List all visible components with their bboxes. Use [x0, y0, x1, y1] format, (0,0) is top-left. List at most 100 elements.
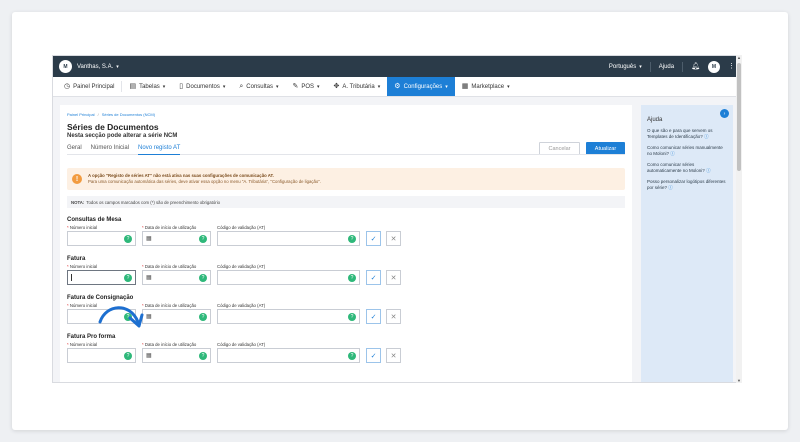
confirm-button[interactable]: ✓: [366, 231, 381, 246]
help-icon[interactable]: ?: [124, 273, 132, 282]
chevron-down-icon: ▾: [162, 83, 166, 90]
help-article-link[interactable]: Como comunicar séries automaticamente no…: [647, 162, 727, 174]
nav-item-pos[interactable]: ✎ POS ▾: [285, 77, 326, 96]
note-label: NOTA:: [71, 199, 85, 205]
nav-item-a-tributaria[interactable]: ✥ A. Tributária ▾: [327, 77, 388, 96]
confirm-button[interactable]: ✓: [366, 270, 381, 285]
initial-number-input[interactable]: ?: [67, 309, 136, 324]
avatar[interactable]: M: [708, 60, 720, 73]
more-vertical-icon[interactable]: ⋮: [728, 63, 735, 70]
tab-numero-inicial[interactable]: Número Inicial: [91, 145, 129, 151]
scroll-thumb[interactable]: [737, 63, 741, 171]
nav-item-tabelas[interactable]: ▤ Tabelas ▾: [122, 77, 172, 96]
language-label: Português: [608, 63, 637, 70]
start-date-input[interactable]: ▦?: [142, 309, 211, 324]
close-icon: ✕: [390, 313, 397, 321]
help-icon[interactable]: ?: [348, 273, 356, 282]
code-field: Código de validação (AT) ?: [217, 264, 360, 285]
validation-code-input[interactable]: ?: [217, 348, 360, 363]
field-label: Código de validação (AT): [217, 225, 266, 230]
alert-line-1: A opção "Registo de séries AT" não está …: [88, 172, 274, 178]
scroll-up-icon[interactable]: ▲: [736, 55, 742, 60]
scroll-down-icon[interactable]: ▼: [736, 378, 742, 383]
nav-label: Documentos: [186, 83, 220, 90]
settings-icon: ⚙: [394, 83, 401, 90]
validation-code-input[interactable]: ?: [217, 270, 360, 285]
clear-button[interactable]: ✕: [386, 309, 401, 324]
calendar-icon[interactable]: ▦: [146, 274, 152, 281]
validation-code-input[interactable]: ?: [217, 309, 360, 324]
help-article-link[interactable]: O que são e para que servem os Templates…: [647, 128, 727, 140]
close-icon: ✕: [390, 352, 397, 360]
start-date-input[interactable]: ▦?: [142, 231, 211, 246]
nav-item-painel-principal[interactable]: ◷ Painel Principal: [57, 77, 121, 96]
nav-label: Configurações: [403, 83, 443, 90]
initial-number-input[interactable]: ?: [67, 270, 136, 285]
nav-item-configuracoes[interactable]: ⚙ Configurações ▾: [387, 77, 455, 96]
help-icon[interactable]: ?: [199, 273, 207, 282]
help-icon[interactable]: ?: [348, 351, 356, 360]
clear-button[interactable]: ✕: [386, 270, 401, 285]
help-icon[interactable]: ?: [199, 351, 207, 360]
clear-button[interactable]: ✕: [386, 231, 401, 246]
check-icon: ✓: [370, 235, 377, 243]
help-circle-icon: ⓘ: [668, 185, 673, 191]
validation-code-input[interactable]: ?: [217, 231, 360, 246]
nav-label: Painel Principal: [73, 83, 115, 90]
calendar-icon[interactable]: ▦: [146, 313, 152, 320]
breadcrumb-current[interactable]: Séries de Documentos (NCM): [102, 112, 155, 117]
help-icon[interactable]: ?: [124, 234, 132, 243]
code-field: Código de validação (AT) ?: [217, 303, 360, 324]
start-date-input[interactable]: ▦?: [142, 270, 211, 285]
field-label: * Data de início de utilização: [142, 342, 197, 347]
confirm-button[interactable]: ✓: [366, 348, 381, 363]
initial-number-input[interactable]: ?: [67, 348, 136, 363]
nav-item-consultas[interactable]: ⌕ Consultas ▾: [232, 77, 285, 96]
date-field: * Data de início de utilização ▦?: [142, 342, 211, 363]
help-link[interactable]: Ajuda: [659, 64, 674, 70]
tab-geral[interactable]: Geral: [67, 145, 82, 151]
date-field: * Data de início de utilização ▦?: [142, 264, 211, 285]
date-field: * Data de início de utilização ▦?: [142, 225, 211, 246]
tab-novo-registo-at[interactable]: Novo registo AT: [138, 145, 181, 155]
field-label: * Número inicial: [67, 303, 98, 308]
initial-number-input[interactable]: ?: [67, 231, 136, 246]
help-article-link[interactable]: Posso personalizar logótipos diferentes …: [647, 179, 727, 191]
nav-item-marketplace[interactable]: ▦ Marketplace ▾: [455, 77, 517, 96]
dashboard-icon: ◷: [64, 83, 71, 90]
chevron-right-icon[interactable]: ›: [720, 109, 729, 118]
note-text: Todos os campos marcados com (*) são de …: [86, 199, 221, 205]
section-title: Fatura: [67, 256, 86, 262]
bell-icon[interactable]: 🔔︎: [691, 63, 700, 70]
help-icon[interactable]: ?: [124, 312, 132, 321]
nav-item-documentos[interactable]: ▯ Documentos ▾: [172, 77, 232, 96]
language-selector[interactable]: Português ▾: [609, 64, 642, 70]
code-field: Código de validação (AT) ?: [217, 225, 360, 246]
clear-button[interactable]: ✕: [386, 348, 401, 363]
page-scrollbar[interactable]: ▲ ▼: [736, 55, 742, 383]
help-icon[interactable]: ?: [348, 312, 356, 321]
start-date-input[interactable]: ▦?: [142, 348, 211, 363]
alert-line-2: Para uma comunicação automática das séri…: [88, 179, 322, 184]
confirm-button[interactable]: ✓: [366, 309, 381, 324]
breadcrumb-home[interactable]: Painel Principal: [67, 112, 95, 117]
number-field: * Número inicial ?: [67, 225, 136, 246]
pos-icon: ✎: [292, 83, 299, 90]
help-icon[interactable]: ?: [199, 234, 207, 243]
help-icon[interactable]: ?: [124, 351, 132, 360]
help-icon[interactable]: ?: [199, 312, 207, 321]
close-icon: ✕: [390, 235, 397, 243]
help-icon[interactable]: ?: [348, 234, 356, 243]
app-window: M Vanthas, S.A. ▾ Português ▾ Ajuda 🔔︎ M…: [52, 55, 742, 383]
breadcrumb-separator: /: [97, 112, 99, 117]
help-article-link[interactable]: Como comunicar séries manualmente no Mol…: [647, 145, 727, 157]
number-field: * Número inicial ?: [67, 264, 136, 285]
company-selector[interactable]: Vanthas, S.A. ▾: [77, 64, 119, 70]
chevron-down-icon: ▾: [116, 63, 119, 70]
series-row: * Número inicial ? * Data de início de u…: [67, 264, 625, 285]
section-title: Fatura de Consignação: [67, 295, 134, 301]
divider: [649, 61, 651, 72]
calendar-icon[interactable]: ▦: [146, 235, 152, 242]
calendar-icon[interactable]: ▦: [146, 352, 152, 359]
chevron-down-icon: ▾: [275, 83, 279, 90]
